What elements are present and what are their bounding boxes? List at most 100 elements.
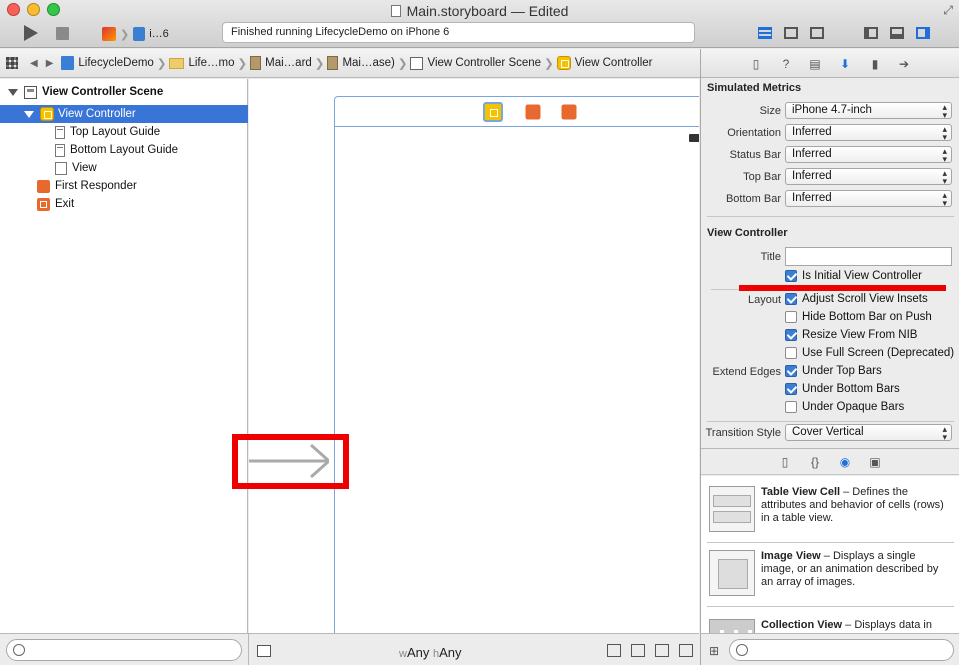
outline-scene[interactable]: View Controller Scene — [0, 83, 248, 101]
media-library-icon[interactable]: ▣ — [868, 455, 882, 469]
version-editor-icon — [810, 27, 824, 39]
view-controller-dock-icon[interactable] — [483, 102, 503, 122]
section-divider — [707, 216, 954, 217]
toggle-debug-area-button[interactable] — [884, 24, 910, 42]
hide-bottom-bar-row[interactable]: Hide Bottom Bar on Push — [785, 311, 932, 323]
outline-item-exit[interactable]: Exit — [0, 195, 248, 213]
outline-item-view[interactable]: View — [0, 159, 248, 177]
resolve-issues-icon[interactable] — [655, 644, 669, 657]
under-bottom-bars-row[interactable]: Under Bottom Bars — [785, 383, 900, 395]
disclosure-triangle-icon[interactable] — [24, 110, 34, 118]
outline-item-top-layout-guide[interactable]: Top Layout Guide — [0, 123, 248, 141]
file-inspector-icon[interactable]: ▯ — [749, 57, 763, 71]
library-item-table-view-cell[interactable]: Table View Cell – Defines the attributes… — [707, 480, 955, 542]
use-full-screen-row[interactable]: Use Full Screen (Deprecated) — [785, 347, 954, 359]
outline-item-view-controller[interactable]: View Controller — [0, 105, 248, 123]
is-initial-vc-checkbox-row[interactable]: Is Initial View Controller — [785, 270, 922, 282]
code-snippet-library-icon[interactable]: {} — [808, 455, 822, 469]
navigator-panel-icon — [864, 27, 878, 39]
crumb-group[interactable]: Life…mo ❯ — [169, 56, 250, 70]
utilities-inspector: ▯ ? ▤ ⬇ ▮ ➔ Simulated Metrics Size iPhon… — [700, 49, 959, 633]
fullscreen-icon[interactable]: ⤢ — [943, 3, 953, 18]
layout-guide-icon — [55, 143, 65, 157]
toggle-navigator-button[interactable] — [858, 24, 884, 42]
size-class-control[interactable]: wAny hAny — [399, 645, 462, 660]
library-tabs: ▯ {} ◉ ▣ — [701, 448, 959, 475]
toggle-outline-button[interactable] — [257, 645, 271, 657]
crumb-project[interactable]: LifecycleDemo ❯ — [61, 56, 169, 70]
view-controller-icon — [40, 107, 54, 121]
jump-bar: ◀ ▶ LifecycleDemo ❯ Life…mo ❯ Mai…ard ❯ Mai… — [0, 49, 700, 78]
run-button[interactable] — [22, 24, 40, 42]
library-footer: ⊞ — [700, 633, 959, 665]
use-full-screen-checkbox[interactable] — [785, 347, 797, 359]
crumb-storyboard[interactable]: Mai…ard ❯ — [250, 56, 327, 70]
storyboard-icon — [250, 56, 262, 70]
outline-item-bottom-layout-guide[interactable]: Bottom Layout Guide — [0, 141, 248, 159]
quick-help-icon[interactable]: ? — [779, 57, 793, 71]
library-filter-input[interactable] — [729, 639, 954, 661]
align-icon[interactable] — [607, 644, 621, 657]
status-bar-popup[interactable]: Inferred ▴ ▾ — [785, 146, 952, 164]
file-template-library-icon[interactable]: ▯ — [778, 455, 792, 469]
disclosure-triangle-icon[interactable] — [8, 88, 18, 96]
collection-view-icon — [709, 619, 755, 633]
outline-filter-input[interactable] — [6, 639, 242, 661]
hide-bottom-bar-checkbox[interactable] — [785, 311, 797, 323]
under-opaque-bars-checkbox[interactable] — [785, 401, 797, 413]
size-label: Size — [759, 105, 781, 117]
view-controller-icon — [556, 56, 571, 70]
popup-arrows-icon: ▴ ▾ — [942, 424, 947, 442]
table-view-cell-icon — [709, 486, 755, 532]
scheme-selector[interactable]: ❯ i…6 — [102, 26, 169, 42]
library-item-image-view[interactable]: Image View – Displays a single image, or… — [707, 544, 955, 606]
size-inspector-icon[interactable]: ▮ — [868, 57, 882, 71]
top-bar-popup[interactable]: Inferred ▴ ▾ — [785, 168, 952, 186]
library-item-collection-view[interactable]: Collection View – Displays data in — [707, 613, 955, 633]
toggle-utilities-button[interactable] — [910, 24, 936, 42]
stop-button[interactable] — [56, 27, 69, 40]
storyboard-canvas[interactable] — [249, 79, 699, 633]
under-top-bars-row[interactable]: Under Top Bars — [785, 365, 882, 377]
adjust-scroll-insets-checkbox[interactable] — [785, 293, 797, 305]
orientation-popup[interactable]: Inferred ▴ ▾ — [785, 124, 952, 142]
extend-edges-label: Extend Edges — [712, 366, 782, 378]
outline-item-first-responder[interactable]: First Responder — [0, 177, 248, 195]
pin-icon[interactable] — [631, 644, 645, 657]
is-initial-vc-checkbox[interactable] — [785, 270, 797, 282]
view-controller-scene-frame[interactable] — [334, 96, 699, 633]
crumb-storyboard-base[interactable]: Mai…ase) ❯ — [327, 56, 410, 70]
status-bar-label: Status Bar — [729, 149, 781, 161]
crumb-view-controller[interactable]: View Controller — [556, 56, 652, 70]
under-top-bars-checkbox[interactable] — [785, 365, 797, 377]
exit-dock-icon[interactable] — [561, 104, 577, 120]
assistant-editor-button[interactable] — [778, 24, 804, 42]
title-input[interactable] — [785, 247, 952, 266]
version-editor-button[interactable] — [804, 24, 830, 42]
under-bottom-bars-checkbox[interactable] — [785, 383, 797, 395]
object-library-icon[interactable]: ◉ — [838, 455, 852, 469]
back-arrow-icon[interactable]: ◀ — [30, 58, 38, 69]
resizing-behavior-icon[interactable] — [679, 644, 693, 657]
resize-from-nib-row[interactable]: Resize View From NIB — [785, 329, 917, 341]
view-icon — [55, 161, 67, 175]
resize-from-nib-checkbox[interactable] — [785, 329, 797, 341]
adjust-scroll-insets-row[interactable]: Adjust Scroll View Insets — [785, 293, 928, 305]
size-popup[interactable]: iPhone 4.7-inch ▴ ▾ — [785, 102, 952, 120]
scheme-device-label: i…6 — [149, 28, 169, 40]
forward-arrow-icon[interactable]: ▶ — [46, 58, 54, 69]
grid-view-icon[interactable]: ⊞ — [709, 644, 719, 658]
library-divider — [707, 542, 954, 543]
connections-inspector-icon[interactable]: ➔ — [897, 57, 911, 71]
under-opaque-bars-row[interactable]: Under Opaque Bars — [785, 401, 904, 413]
standard-editor-button[interactable] — [752, 24, 778, 42]
related-items-icon[interactable] — [6, 57, 18, 69]
transition-style-popup[interactable]: Cover Vertical ▴ ▾ — [785, 424, 952, 442]
attributes-inspector-icon[interactable]: ⬇ — [838, 57, 852, 71]
object-library-list: Table View Cell – Defines the attributes… — [701, 476, 959, 633]
identity-inspector-icon[interactable]: ▤ — [808, 57, 822, 71]
bottom-bar-popup[interactable]: Inferred ▴ ▾ — [785, 190, 952, 208]
title-label: Title — [760, 251, 781, 263]
first-responder-dock-icon[interactable] — [525, 104, 541, 120]
crumb-scene[interactable]: View Controller Scene ❯ — [410, 56, 556, 70]
